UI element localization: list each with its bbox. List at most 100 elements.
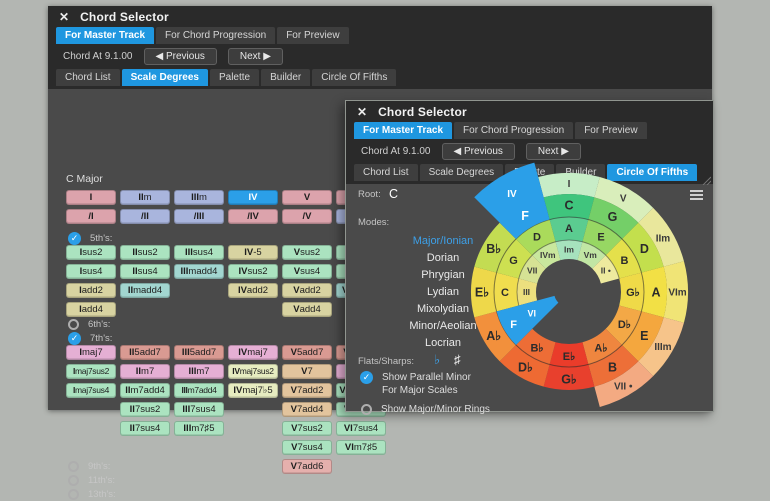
circle-label-IIm: IIm bbox=[656, 233, 671, 244]
chord-button-IIsus2[interactable]: IIsus2 bbox=[120, 245, 170, 260]
chord-button-Isus4[interactable]: Isus4 bbox=[66, 264, 116, 279]
circle-label-D♭: D♭ bbox=[518, 361, 533, 375]
chord-button-IIImadd4[interactable]: IIImadd4 bbox=[174, 264, 224, 279]
section-label: 7th's: bbox=[90, 333, 112, 344]
checkbox-checked-icon[interactable]: ✓ bbox=[68, 232, 81, 245]
chord-button-Iadd4[interactable]: Iadd4 bbox=[66, 302, 116, 317]
circle-label-E: E bbox=[597, 231, 604, 243]
subtab-scale-degrees[interactable]: Scale Degrees bbox=[122, 69, 208, 86]
chord-button-V[interactable]: V bbox=[282, 190, 332, 205]
close-icon[interactable]: ✕ bbox=[357, 105, 367, 119]
chord-button-II5add7[interactable]: II5add7 bbox=[120, 345, 170, 360]
chord-button-IIIm7♯5[interactable]: IIIm7♯5 bbox=[174, 421, 224, 436]
tab-for-chord-progression[interactable]: For Chord Progression bbox=[454, 122, 573, 139]
circle-of-fifths[interactable]: ICAImVGEVmIImDBII •VImAG♭IIImED♭VII •BA♭… bbox=[419, 142, 719, 442]
checkbox-unchecked-icon[interactable] bbox=[68, 475, 79, 486]
chord-button-Iadd2[interactable]: Iadd2 bbox=[66, 283, 116, 298]
chord-button-/IV[interactable]: /IV bbox=[228, 209, 278, 224]
chord-button-II7sus4[interactable]: II7sus4 bbox=[120, 421, 170, 436]
checkbox-unchecked-icon[interactable] bbox=[68, 319, 79, 330]
chord-button-IIm7add4[interactable]: IIm7add4 bbox=[120, 383, 170, 398]
chord-button-/III[interactable]: /III bbox=[174, 209, 224, 224]
chord-button-IV[interactable]: IV bbox=[228, 190, 278, 205]
chord-button-IIIm7[interactable]: IIIm7 bbox=[174, 364, 224, 379]
section-label: 6th's: bbox=[88, 319, 110, 330]
chord-button-IIIm7add4[interactable]: IIIm7add4 bbox=[174, 383, 224, 398]
chord-button-IIIsus4[interactable]: IIIsus4 bbox=[174, 245, 224, 260]
chord-button-Imaj7sus2[interactable]: Imaj7sus2 bbox=[66, 364, 116, 379]
chord-button-IVadd2[interactable]: IVadd2 bbox=[228, 283, 278, 298]
circle-label-B♭: B♭ bbox=[530, 342, 543, 354]
subtab-circle-of-fifths[interactable]: Circle Of Fifths bbox=[312, 69, 396, 86]
scale-name-label: C Major bbox=[66, 173, 103, 185]
chord-button-V7add2[interactable]: V7add2 bbox=[282, 383, 332, 398]
circle-label-II •: II • bbox=[601, 266, 611, 276]
subtab-chord-list[interactable]: Chord List bbox=[354, 164, 418, 181]
chord-button-IVsus2[interactable]: IVsus2 bbox=[228, 264, 278, 279]
chord-button-IIIm[interactable]: IIIm bbox=[174, 190, 224, 205]
chord-button-V7add6[interactable]: V7add6 bbox=[282, 459, 332, 474]
checkbox-unchecked-icon[interactable] bbox=[68, 489, 79, 500]
circle-label-I: I bbox=[568, 179, 571, 190]
previous-button[interactable]: ◀ Previous bbox=[144, 48, 217, 65]
section-toggle-s7[interactable]: ✓ 7th's: bbox=[68, 332, 112, 345]
section-toggle-s6[interactable]: 6th's: bbox=[68, 318, 110, 331]
subtab-builder[interactable]: Builder bbox=[261, 69, 310, 86]
subtab-chord-list[interactable]: Chord List bbox=[56, 69, 120, 86]
chord-button-Imaj7[interactable]: Imaj7 bbox=[66, 345, 116, 360]
back-titlebar[interactable]: ✕ Chord Selector bbox=[48, 6, 712, 27]
chord-button-Isus2[interactable]: Isus2 bbox=[66, 245, 116, 260]
chord-button-IIm7[interactable]: IIm7 bbox=[120, 364, 170, 379]
chord-button-III5add7[interactable]: III5add7 bbox=[174, 345, 224, 360]
section-toggle-s5[interactable]: ✓ 5th's: bbox=[68, 232, 112, 245]
chord-button-IVmaj7♭5[interactable]: IVmaj7♭5 bbox=[228, 383, 278, 398]
front-titlebar[interactable]: ✕ Chord Selector bbox=[346, 101, 713, 122]
chord-button-V7[interactable]: V7 bbox=[282, 364, 332, 379]
resize-grip[interactable] bbox=[701, 172, 711, 182]
close-icon[interactable]: ✕ bbox=[59, 10, 69, 24]
chord-button-/I[interactable]: /I bbox=[66, 209, 116, 224]
chord-button-V7sus2[interactable]: V7sus2 bbox=[282, 421, 332, 436]
checkbox-checked-icon[interactable]: ✓ bbox=[68, 332, 81, 345]
chord-button-VI7sus4[interactable]: VI7sus4 bbox=[336, 421, 386, 436]
chord-button-IIm[interactable]: IIm bbox=[120, 190, 170, 205]
chord-button-V7sus4[interactable]: V7sus4 bbox=[282, 440, 332, 455]
radio-checked-icon[interactable]: ✓ bbox=[360, 371, 373, 384]
section-label: 9th's: bbox=[88, 461, 110, 472]
radio-unchecked-icon[interactable] bbox=[361, 404, 372, 415]
tab-for-master-track[interactable]: For Master Track bbox=[56, 27, 154, 44]
root-value[interactable]: C bbox=[389, 187, 398, 201]
chord-button-I[interactable]: I bbox=[66, 190, 116, 205]
tab-for-master-track[interactable]: For Master Track bbox=[354, 122, 452, 139]
chord-button-IIsus4[interactable]: IIsus4 bbox=[120, 264, 170, 279]
tab-for-chord-progression[interactable]: For Chord Progression bbox=[156, 27, 275, 44]
window-title: Chord Selector bbox=[378, 105, 467, 119]
chord-button-V5add7[interactable]: V5add7 bbox=[282, 345, 332, 360]
subtab-palette[interactable]: Palette bbox=[210, 69, 259, 86]
tab-for-preview[interactable]: For Preview bbox=[277, 27, 348, 44]
chord-button-IV-5[interactable]: IV-5 bbox=[228, 245, 278, 260]
circle-label-VI: VI bbox=[528, 309, 537, 319]
chord-button-III7sus4[interactable]: III7sus4 bbox=[174, 402, 224, 417]
chord-button-V7add4[interactable]: V7add4 bbox=[282, 402, 332, 417]
section-toggle-s9[interactable]: 9th's: bbox=[68, 460, 110, 473]
tab-for-preview[interactable]: For Preview bbox=[575, 122, 646, 139]
section-label: 5th's: bbox=[90, 233, 112, 244]
section-toggle-s13[interactable]: 13th's: bbox=[68, 488, 116, 501]
chord-button-Imaj7sus4[interactable]: Imaj7sus4 bbox=[66, 383, 116, 398]
chord-button-Vsus2[interactable]: Vsus2 bbox=[282, 245, 332, 260]
page: { "accent": "#2b9fe8", "palette": { "pin… bbox=[0, 0, 770, 425]
chord-button-IImadd4[interactable]: IImadd4 bbox=[120, 283, 170, 298]
chord-button-/II[interactable]: /II bbox=[120, 209, 170, 224]
chord-button-Vsus4[interactable]: Vsus4 bbox=[282, 264, 332, 279]
next-button[interactable]: Next ▶ bbox=[228, 48, 283, 65]
chord-button-Vadd4[interactable]: Vadd4 bbox=[282, 302, 332, 317]
section-toggle-s11[interactable]: 11th's: bbox=[68, 474, 115, 487]
chord-button-VIm7♯5[interactable]: VIm7♯5 bbox=[336, 440, 386, 455]
chord-button-Vadd2[interactable]: Vadd2 bbox=[282, 283, 332, 298]
chord-button-IVmaj7[interactable]: IVmaj7 bbox=[228, 345, 278, 360]
chord-button-II7sus2[interactable]: II7sus2 bbox=[120, 402, 170, 417]
chord-button-IVmaj7sus2[interactable]: IVmaj7sus2 bbox=[228, 364, 278, 379]
checkbox-unchecked-icon[interactable] bbox=[68, 461, 79, 472]
chord-button-/V[interactable]: /V bbox=[282, 209, 332, 224]
